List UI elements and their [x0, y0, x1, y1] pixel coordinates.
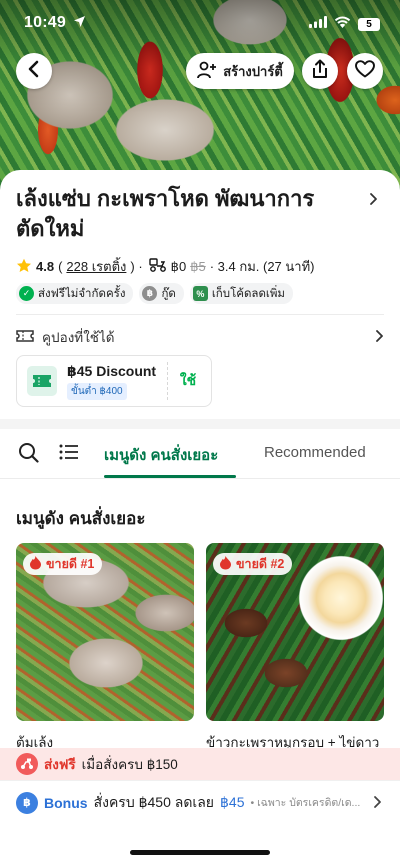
tab-bestsellers[interactable]: เมนูดัง คนสั่งเยอะ: [104, 443, 218, 467]
section-gap: [0, 419, 400, 429]
create-party-button[interactable]: สร้างปาร์ตี้: [186, 53, 294, 89]
badge-coupon-code: % เก็บโค้ดลดเพิ่ม: [189, 283, 294, 304]
discount-ticket-icon: [27, 366, 57, 396]
back-button[interactable]: [16, 53, 52, 89]
free-delivery-icon: ✓: [19, 286, 34, 301]
bonus-note: • เฉพาะ บัตรเครดิต/เด...: [250, 797, 361, 809]
chevron-right-icon: [375, 329, 384, 346]
delivery-fee: ฿0: [170, 258, 187, 274]
restaurant-meta: 4.8 (228 เรตติ้ง) · ฿0 ฿5 · 3.4 กม. (27 …: [16, 256, 314, 277]
section-title: เมนูดัง คนสั่งเยอะ: [16, 509, 146, 528]
signal-icon: [309, 15, 327, 33]
available-coupons-row[interactable]: คูปองที่ใช้ได้: [16, 326, 384, 348]
favorite-button[interactable]: [347, 53, 383, 89]
bonus-highlight: Bonus: [44, 794, 88, 811]
menu-list-icon[interactable]: [59, 443, 79, 466]
free-delivery-text: เมื่อสั่งครบ ฿150: [81, 757, 178, 772]
location-arrow-icon: [73, 15, 86, 33]
status-bar: 10:49 5: [0, 0, 400, 48]
free-delivery-banner[interactable]: ส่งฟรี เมื่อสั่งครบ ฿150: [0, 748, 400, 780]
menu-tabs: เมนูดัง คนสั่งเยอะ Recommended: [0, 429, 400, 479]
chevron-right-icon[interactable]: [369, 192, 378, 211]
chevron-right-icon: [373, 795, 382, 812]
coupon-min-spend: ขั้นต่ำ ฿400: [67, 382, 127, 400]
star-icon: [16, 258, 32, 276]
share-button[interactable]: [302, 53, 338, 89]
badge-label: กู๊ด: [161, 287, 176, 300]
free-delivery-highlight: ส่งฟรี: [44, 757, 76, 772]
delivery-fee-original: ฿5: [190, 258, 206, 274]
use-coupon-button[interactable]: ใช้: [165, 356, 211, 406]
chevron-left-icon: [27, 60, 41, 83]
search-icon[interactable]: [18, 442, 39, 468]
bonus-coin-icon: ฿: [16, 791, 38, 814]
home-indicator: [130, 850, 270, 855]
restaurant-name[interactable]: เล้งแซ่บ กะเพราโหด พัฒนาการ ตัดใหม่: [16, 184, 346, 244]
add-user-icon: [197, 61, 217, 82]
bonus-banner[interactable]: ฿ Bonus สั่งครบ ฿450 ลดเลย ฿45 • เฉพาะ บ…: [0, 780, 400, 824]
divider: [16, 314, 384, 315]
coupons-label: คูปองที่ใช้ได้: [42, 330, 115, 345]
delivery-scooter-icon: [148, 258, 167, 275]
tab-recommended[interactable]: Recommended: [264, 444, 366, 461]
distance: · 3.4 กม. (27 นาที): [209, 259, 315, 274]
status-time: 10:49: [24, 14, 66, 31]
ticket-icon: [16, 329, 34, 346]
coupon-card[interactable]: ฿45 Discount ขั้นต่ำ ฿400 ใช้: [16, 355, 212, 407]
badge-value: ฿ กู๊ด: [139, 283, 184, 304]
value-icon: ฿: [142, 286, 158, 301]
heart-icon: [355, 59, 375, 83]
share-icon: [311, 59, 329, 84]
bestseller-badge: ขายดี #2: [213, 553, 293, 575]
flame-icon: [29, 555, 42, 573]
rating-value: 4.8: [36, 259, 55, 274]
menu-item-card[interactable]: ขายดี #1 ต้มเล้ง: [16, 543, 194, 753]
menu-item-image: ขายดี #1: [16, 543, 194, 721]
bonus-text: สั่งครบ ฿450 ลดเลย: [93, 793, 214, 810]
flame-icon: [219, 555, 232, 573]
delivery-rider-icon: [16, 753, 38, 775]
create-party-label: สร้างปาร์ตี้: [223, 63, 283, 79]
badge-label: เก็บโค้ดลดเพิ่ม: [211, 287, 286, 300]
restaurant-badges: ✓ ส่งฟรีไม่จำกัดครั้ง ฿ กู๊ด % เก็บโค้ดล…: [16, 283, 294, 304]
bestseller-label: ขายดี #1: [46, 557, 95, 571]
badge-free-delivery: ✓ ส่งฟรีไม่จำกัดครั้ง: [16, 283, 134, 304]
badge-label: ส่งฟรีไม่จำกัดครั้ง: [38, 287, 126, 300]
reviews-link[interactable]: 228 เรตติ้ง: [66, 256, 126, 277]
active-tab-indicator: [104, 475, 236, 478]
coupon-title: ฿45 Discount: [67, 362, 157, 379]
menu-item-image: ขายดี #2: [206, 543, 384, 721]
menu-item-card[interactable]: ขายดี #2 ข้าวกะเพราหมูกรอบ + ไข่ดาว: [206, 543, 384, 753]
bestseller-badge: ขายดี #1: [23, 553, 103, 575]
coupon-code-icon: %: [192, 286, 208, 301]
battery-icon: 5: [358, 17, 380, 31]
restaurant-info-card: เล้งแซ่บ กะเพราโหด พัฒนาการ ตัดใหม่ 4.8 …: [0, 170, 400, 425]
bestseller-label: ขายดี #2: [236, 557, 285, 571]
bonus-amount: ฿45: [220, 794, 245, 810]
wifi-icon: [334, 15, 351, 33]
